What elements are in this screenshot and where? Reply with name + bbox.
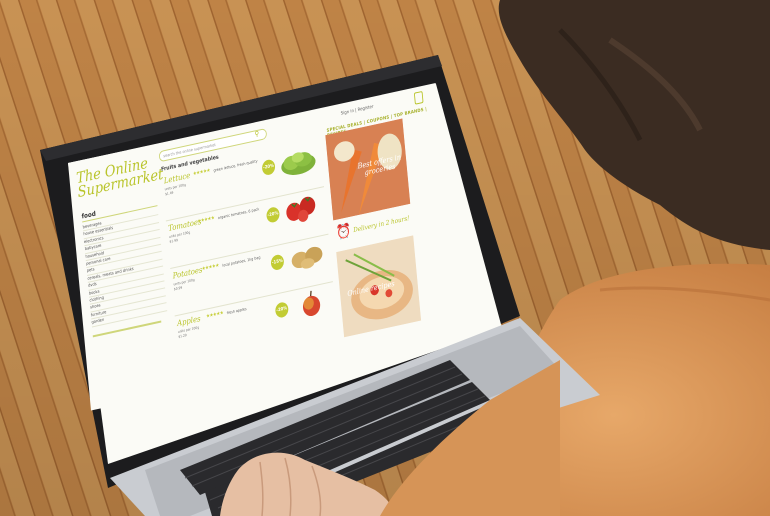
product-meta: units per 100g $1.99 — [168, 230, 191, 244]
rating-stars: ★★★★★ — [192, 167, 211, 178]
product-desc: fresh apples — [226, 305, 247, 316]
category-sidebar: food beverages house essentials electron… — [81, 196, 168, 338]
nav-top-brands[interactable]: TOP BRANDS — [394, 108, 424, 119]
discount-badge: -20% — [265, 206, 281, 224]
site-logo[interactable]: The Online Supermarket — [76, 154, 164, 201]
discount-badge: -20% — [274, 301, 289, 319]
product-meta: units per 100g $1.29 — [177, 325, 200, 339]
discount-badge: -15% — [270, 253, 285, 272]
product-meta: units per 100g $1.49 — [164, 182, 187, 197]
tomatoes-image[interactable] — [282, 191, 322, 227]
search-icon[interactable]: ⚲ — [254, 130, 259, 139]
lettuce-image[interactable] — [278, 145, 318, 179]
cart-icon[interactable] — [413, 90, 424, 105]
signin-link[interactable]: Sign in | Register — [341, 105, 374, 117]
potatoes-image[interactable] — [287, 240, 327, 274]
rating-stars: ★★★★★ — [205, 310, 224, 320]
alarm-clock-icon: ⏰ — [335, 222, 352, 242]
rating-stars: ★★★★★ — [201, 262, 220, 273]
product-meta: units per 100g $0.99 — [173, 277, 195, 292]
delivery-text: Delivery in 2 hours! — [353, 214, 410, 235]
photo-scene: The Online Supermarket search the online… — [0, 0, 770, 516]
discount-badge: -20% — [261, 158, 276, 177]
recipes-banner[interactable]: Online recipes — [336, 235, 422, 338]
apple-image[interactable] — [295, 287, 328, 321]
best-offers-banner[interactable]: Best offers in groceries — [325, 118, 411, 221]
product-name: Lettuce — [163, 170, 191, 186]
product-desc: green lettuce, fresh quality — [213, 158, 258, 173]
